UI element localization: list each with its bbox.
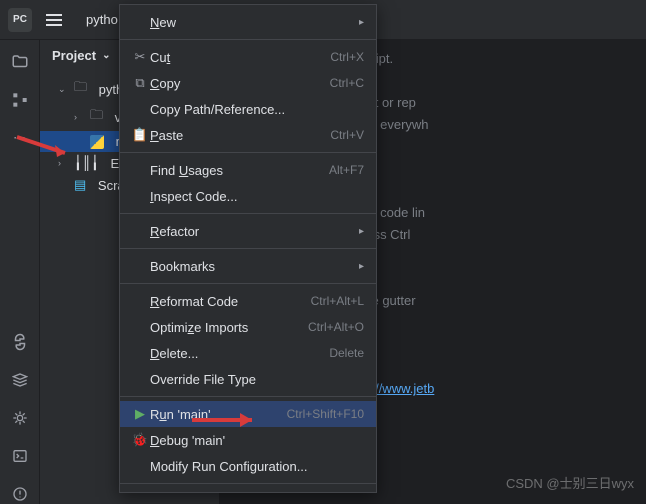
python-console-icon[interactable] [10,332,30,352]
problems-icon[interactable] [10,484,30,504]
tool-rail: ⋯ [0,40,40,504]
paste-icon: 📋 [130,127,150,143]
annotation-arrow-icon [15,135,75,165]
hamburger-icon[interactable] [46,14,62,26]
copy-icon: ⧉ [130,75,150,91]
structure-icon[interactable] [10,90,30,110]
menu-new[interactable]: New▸ [120,9,376,35]
menu-debug[interactable]: 🐞Debug 'main' [120,427,376,453]
watermark: CSDN @士别三日wyx [506,473,634,492]
menu-cut[interactable]: ✂CutCtrl+X [120,44,376,70]
cut-icon: ✂ [130,49,150,65]
debug-tool-icon[interactable] [10,408,30,428]
project-name: pytho [86,12,118,27]
app-logo: PC [8,8,32,32]
menu-paste[interactable]: 📋PasteCtrl+V [120,122,376,148]
services-icon[interactable] [10,370,30,390]
menu-modify-run[interactable]: Modify Run Configuration... [120,453,376,479]
menu-override[interactable]: Override File Type [120,366,376,392]
menu-reformat[interactable]: Reformat CodeCtrl+Alt+L [120,288,376,314]
menu-bookmarks[interactable]: Bookmarks▸ [120,253,376,279]
python-file-icon [90,135,104,149]
menu-refactor[interactable]: Refactor▸ [120,218,376,244]
menu-optimize[interactable]: Optimize ImportsCtrl+Alt+O [120,314,376,340]
menu-copy[interactable]: ⧉CopyCtrl+C [120,70,376,96]
menu-copy-path[interactable]: Copy Path/Reference... [120,96,376,122]
debug-icon: 🐞 [130,432,150,448]
terminal-icon[interactable] [10,446,30,466]
run-icon: ▶ [130,406,150,422]
menu-delete[interactable]: Delete...Delete [120,340,376,366]
menu-inspect[interactable]: Inspect Code... [120,183,376,209]
annotation-arrow-icon [190,410,270,430]
menu-find-usages[interactable]: Find UsagesAlt+F7 [120,157,376,183]
folder-icon[interactable] [10,52,30,72]
